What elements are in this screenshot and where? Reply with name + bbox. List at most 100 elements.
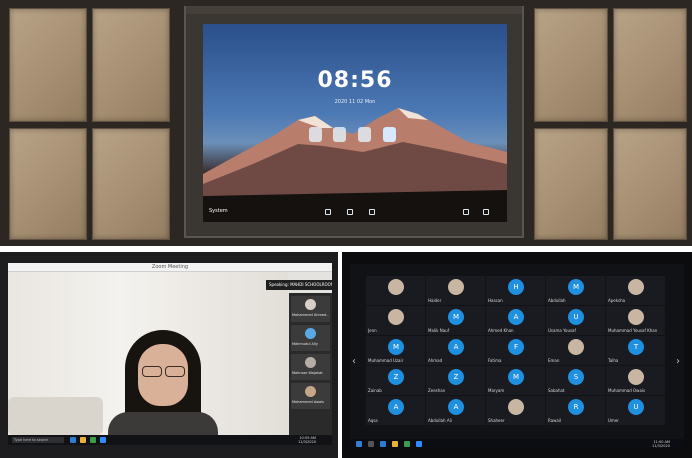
zoom-icon[interactable] [416,441,422,447]
participant-tile[interactable]: Muhammad Owais [606,366,665,395]
zoom-icon[interactable] [100,437,106,443]
participant-name: Sabahat [548,388,565,393]
participant-tile[interactable]: M Abdullah [546,276,605,305]
dock-settings-icon[interactable] [483,209,489,215]
app-tile-icon[interactable] [333,127,346,142]
participant-avatar [305,357,316,368]
participant-tile[interactable]: Jenn [366,306,425,335]
participant-initial-avatar: M [448,309,464,325]
start-icon[interactable] [356,441,362,447]
taskbar-date: 11/3/2020 [298,440,316,444]
participant-name: Muhammad Yousaf Khan [608,328,658,333]
search-icon[interactable] [368,441,374,447]
participant-name: Abdullah Ali [428,418,452,423]
display-lockscreen[interactable]: 08:56 2020 11 02 Mon System [203,24,507,222]
meeting-title: Zoom Meeting [151,264,189,270]
edge-icon[interactable] [380,441,386,447]
participant-tile[interactable]: Mohammed Awais [291,383,330,409]
folder-icon[interactable] [80,437,86,443]
participant-name: Jenn [368,328,377,333]
dock-tools-icon[interactable] [369,209,375,215]
participant-initial-avatar: A [448,339,464,355]
participant-name: Shaheer [488,418,505,423]
edge-icon[interactable] [70,437,76,443]
windows-taskbar[interactable]: Type here to search 10:59 AM 11/3/2020 [8,435,332,445]
participant-photo [568,339,584,355]
participant-tile[interactable]: Apeksha [606,276,665,305]
participant-tile[interactable]: A Ahmed Khan [486,306,545,335]
folder-icon[interactable] [392,441,398,447]
participant-tile[interactable]: S Sabahat [546,366,605,395]
participant-tile[interactable]: A Abdullah Ali [426,396,485,425]
chrome-icon[interactable] [404,441,410,447]
participant-tile[interactable]: H Hassan [486,276,545,305]
next-page-icon[interactable]: › [676,356,680,367]
participant-tile[interactable]: U Umer [606,396,665,425]
taskbar-clock: 11:00 AM 11/3/2020 [652,440,670,448]
participant-tile[interactable]: R Rawail [546,396,605,425]
participant-initial-avatar: A [388,399,404,415]
wall-panel [92,128,170,240]
participant-name: Mohammed Awais [292,400,324,404]
participant-tile[interactable]: U Usama Yousaf [546,306,605,335]
participant-name: Eman [548,358,560,363]
app-tile-icon[interactable] [383,127,396,142]
participant-tile[interactable]: M Muhammad Uzair [366,336,425,365]
mountain-wallpaper [203,108,507,222]
participant-tile[interactable]: Mohammed Ahmed... [291,296,330,322]
participant-initial-avatar: U [568,309,584,325]
participant-initial-avatar: M [508,369,524,385]
participant-tile[interactable]: M Maryam [486,366,545,395]
participant-tile[interactable]: Haider [426,276,485,305]
participant-tile[interactable]: Mahnoor Wajahat [291,354,330,380]
participant-name: Ahmed Khan [488,328,514,333]
participant-avatar [305,328,316,339]
participant-initial-avatar: S [568,369,584,385]
previous-page-icon[interactable]: ‹ [352,356,356,367]
participant-tile[interactable]: Eman [546,336,605,365]
participant-name: Malik Nauf [428,328,450,333]
participant-initial-avatar: R [568,399,584,415]
participant-avatar [305,386,316,397]
participant-name: Aqsa [368,418,378,423]
participant-sidebar[interactable]: Mohammed Ahmed... Mahmudul Ally Mahnoor … [289,293,332,435]
dock-wifi-icon[interactable] [463,209,469,215]
chrome-icon[interactable] [90,437,96,443]
participant-photo [388,309,404,325]
participant-tile[interactable]: Mahmudul Ally [291,325,330,351]
windows-taskbar[interactable]: 11:00 AM 11/3/2020 [350,439,684,449]
participant-photo [628,309,644,325]
dock-home-icon[interactable] [325,209,331,215]
speaker-glasses [141,366,185,377]
participant-tile[interactable]: M Malik Nauf [426,306,485,335]
participant-tile[interactable]: A Aqsa [366,396,425,425]
taskbar-search-box[interactable]: Type here to search [12,437,64,443]
taskbar-clock: 10:59 AM 11/3/2020 [298,436,316,444]
dock-system-label[interactable]: System [209,208,228,214]
participant-name: Muhammad Uzair [368,358,404,363]
meeting-titlebar[interactable]: Zoom Meeting [8,263,332,272]
participant-tile[interactable]: Z Zainab [366,366,425,395]
participant-name: Ahmad [428,358,443,363]
participant-tile[interactable]: Muhammad Yousaf Khan [606,306,665,335]
dock-window-icon[interactable] [347,209,353,215]
participant-initial-avatar: H [508,279,524,295]
participant-tile[interactable]: Shaheer [486,396,545,425]
active-speaker-video[interactable] [8,272,288,442]
participant-tile[interactable]: T Talha [606,336,665,365]
participant-tile[interactable] [366,276,425,305]
participant-tile[interactable]: F Fatima [486,336,545,365]
participant-tile[interactable]: Z Zeeshan [426,366,485,395]
display-mount [186,6,522,14]
app-tile-icon[interactable] [358,127,371,142]
wall-panel [534,8,608,122]
wall-display-photo: 08:56 2020 11 02 Mon System [0,0,692,246]
sofa [8,397,103,435]
participant-grid[interactable]: Haider H Hassan M Abdullah Apeksha Jenn M Malik … [350,264,684,439]
participant-tile[interactable]: A Ahmad [426,336,485,365]
app-tile-icon[interactable] [309,127,322,142]
participant-name: Fatima [488,358,502,363]
wall-panel [534,128,608,240]
participant-photo [448,279,464,295]
participant-initial-avatar: T [628,339,644,355]
